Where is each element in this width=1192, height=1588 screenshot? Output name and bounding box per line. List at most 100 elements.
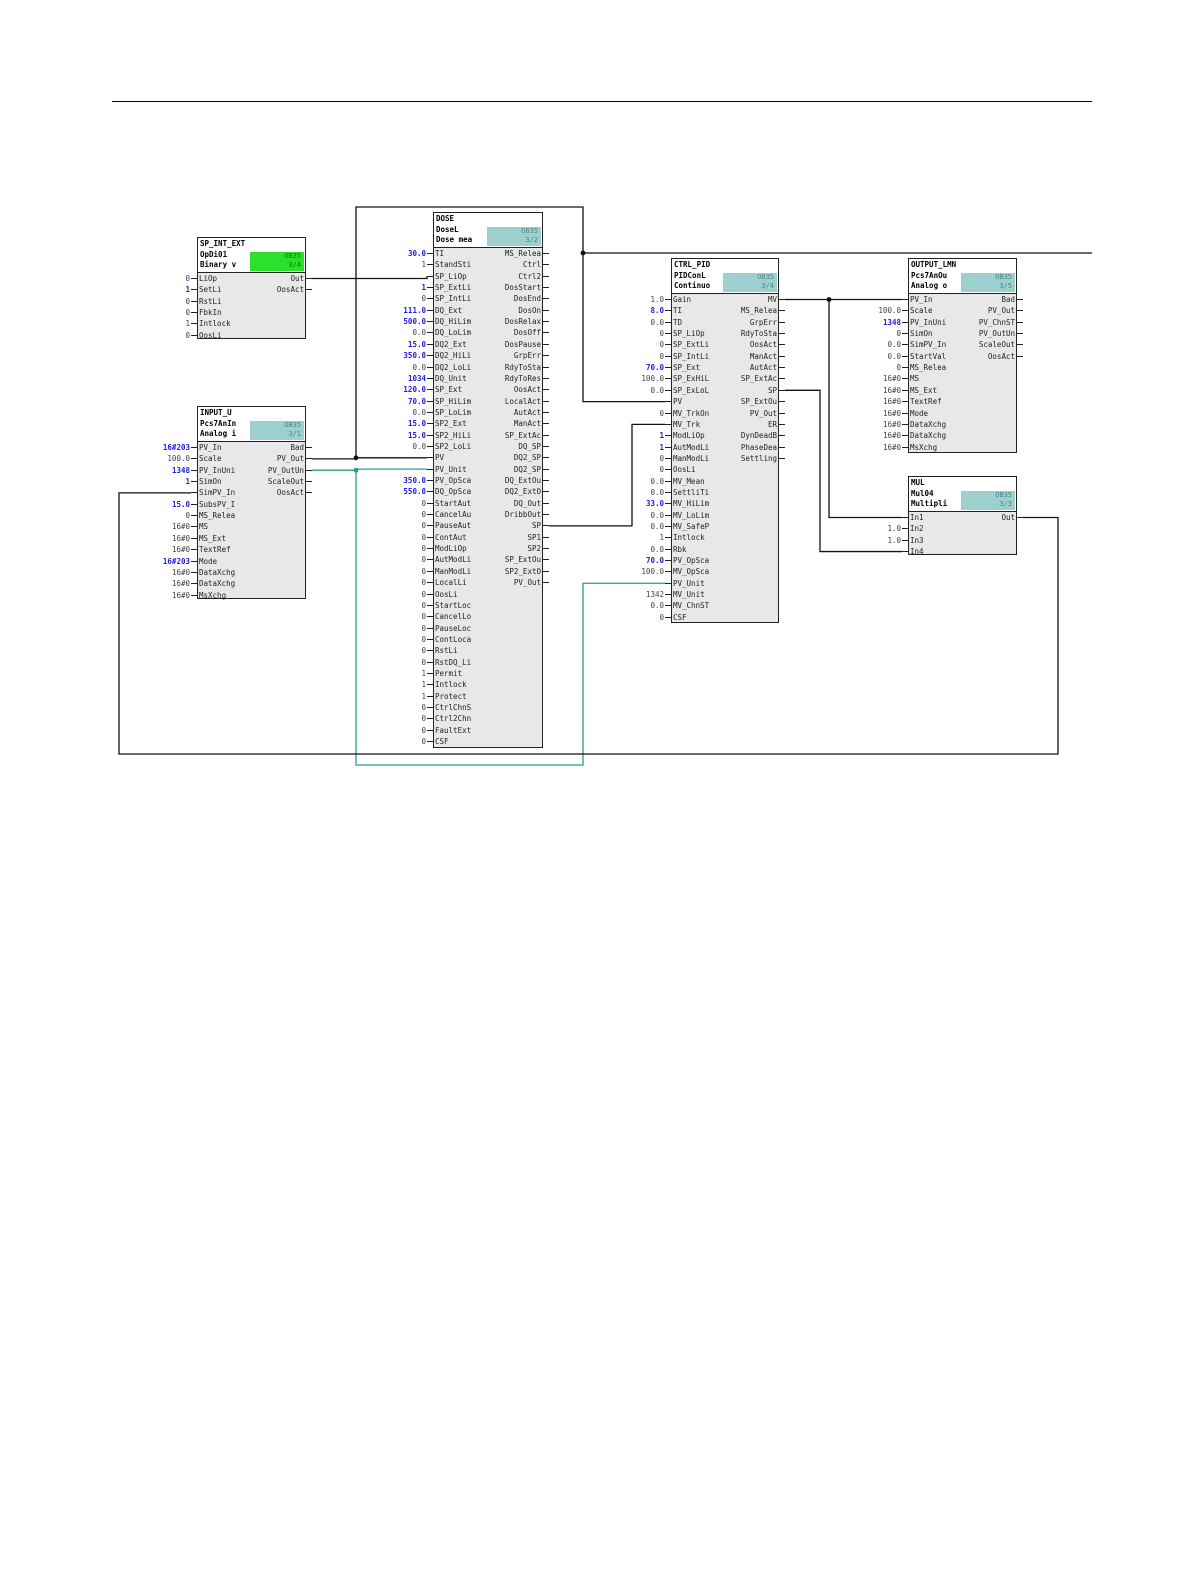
input-pin-msxchg[interactable]: MsXchg [910,442,937,453]
output-pin-out[interactable]: Out [244,273,304,284]
input-value[interactable]: 1 [135,318,190,329]
input-pin-sp_intli[interactable]: SP_IntLi [435,293,471,304]
input-value[interactable]: 16#0 [135,567,190,578]
input-pin-intlock[interactable]: Intlock [435,679,467,690]
input-pin-intlock[interactable]: Intlock [673,532,705,543]
input-pin-sp_exhil[interactable]: SP_ExHiL [673,373,709,384]
input-pin-rstdq_li[interactable]: RstDQ_Li [435,657,471,668]
input-pin-in1[interactable]: In1 [910,512,924,523]
output-pin-dq_extou[interactable]: DQ_ExtOu [481,475,541,486]
input-pin-td[interactable]: TD [673,317,682,328]
input-pin-cancelau[interactable]: CancelAu [435,509,471,520]
input-value[interactable]: 1 [609,442,664,453]
output-pin-dq2_exto[interactable]: DQ2_ExtO [481,486,541,497]
input-value[interactable]: 1 [371,282,426,293]
input-pin-ms[interactable]: MS [199,521,208,532]
input-value[interactable]: 1342 [609,589,664,600]
input-pin-pv[interactable]: PV [673,396,682,407]
input-pin-startloc[interactable]: StartLoc [435,600,471,611]
input-pin-pv_unit[interactable]: PV_Unit [673,578,705,589]
input-pin-simon[interactable]: SimOn [199,476,222,487]
input-pin-simpv_in[interactable]: SimPV_In [199,487,235,498]
input-value[interactable]: 0 [371,634,426,645]
input-value[interactable]: 1 [609,430,664,441]
output-pin-rdytosta[interactable]: RdyToSta [717,328,777,339]
output-pin-dospause[interactable]: DosPause [481,339,541,350]
input-value[interactable]: 16#0 [846,373,901,384]
output-pin-phasedea[interactable]: PhaseDea [717,442,777,453]
output-pin-sp_extou[interactable]: SP_ExtOu [717,396,777,407]
input-pin-manmodli[interactable]: ManModLi [673,453,709,464]
input-pin-oosli[interactable]: OosLi [199,330,222,341]
output-pin-sp1[interactable]: SP1 [481,532,541,543]
input-value[interactable]: 0 [371,520,426,531]
input-value[interactable]: 0.0 [609,510,664,521]
output-pin-bad[interactable]: Bad [955,294,1015,305]
output-pin-pv_out[interactable]: PV_Out [244,453,304,464]
output-pin-dq_sp[interactable]: DQ_SP [481,441,541,452]
output-pin-manact[interactable]: ManAct [481,418,541,429]
output-pin-settling[interactable]: Settling [717,453,777,464]
output-pin-sp_extou[interactable]: SP_ExtOu [481,554,541,565]
input-pin-sp_intli[interactable]: SP_IntLi [673,351,709,362]
input-pin-dq_hilim[interactable]: DQ_HiLim [435,316,471,327]
input-pin-ms_ext[interactable]: MS_Ext [199,533,226,544]
output-pin-sp_extac[interactable]: SP_ExtAc [481,430,541,441]
output-pin-pv_out[interactable]: PV_Out [955,305,1015,316]
input-value[interactable]: 0 [135,273,190,284]
output-pin-doson[interactable]: DosOn [481,305,541,316]
output-pin-oosact[interactable]: OosAct [955,351,1015,362]
input-pin-sp_liop[interactable]: SP_LiOp [435,271,467,282]
input-value[interactable]: 0 [609,408,664,419]
output-pin-dosrelax[interactable]: DosRelax [481,316,541,327]
input-pin-oosli[interactable]: OosLi [435,589,458,600]
input-pin-sp2_loli[interactable]: SP2_LoLi [435,441,471,452]
input-pin-mode[interactable]: Mode [910,408,928,419]
input-value[interactable]: 0.0 [371,441,426,452]
input-value[interactable]: 16#203 [135,442,190,453]
input-pin-sp_lolim[interactable]: SP_LoLim [435,407,471,418]
input-pin-pv_in[interactable]: PV_In [199,442,222,453]
input-pin-pv_inuni[interactable]: PV_InUni [910,317,946,328]
input-pin-scale[interactable]: Scale [199,453,222,464]
input-pin-rstli[interactable]: RstLi [435,645,458,656]
input-pin-ms_relea[interactable]: MS_Relea [199,510,235,521]
output-pin-dq2_sp[interactable]: DQ2_SP [481,464,541,475]
output-pin-sp2[interactable]: SP2 [481,543,541,554]
input-pin-dq_unit[interactable]: DQ_Unit [435,373,467,384]
output-pin-dosoff[interactable]: DosOff [481,327,541,338]
input-value[interactable]: 0.0 [371,362,426,373]
output-pin-sp_extac[interactable]: SP_ExtAc [717,373,777,384]
input-pin-in2[interactable]: In2 [910,523,924,534]
input-value[interactable]: 0 [846,328,901,339]
input-value[interactable]: 30.0 [371,248,426,259]
input-pin-mv_lolim[interactable]: MV_LoLim [673,510,709,521]
input-value[interactable]: 0.0 [846,339,901,350]
input-value[interactable]: 120.0 [371,384,426,395]
input-value[interactable]: 16#0 [135,533,190,544]
input-pin-sp_exlol[interactable]: SP_ExLoL [673,385,709,396]
input-pin-dataxchg[interactable]: DataXchg [199,567,235,578]
input-pin-textref[interactable]: TextRef [910,396,942,407]
input-pin-sp_extli[interactable]: SP_ExtLi [673,339,709,350]
input-value[interactable]: 0 [371,600,426,611]
input-value[interactable]: 0 [135,296,190,307]
output-pin-oosact[interactable]: OosAct [481,384,541,395]
wire-pv-to-dose[interactable] [312,457,427,460]
input-pin-sp_hilim[interactable]: SP_HiLim [435,396,471,407]
input-value[interactable]: 0 [609,464,664,475]
input-pin-dataxchg[interactable]: DataXchg [910,430,946,441]
input-pin-sp2_ext[interactable]: SP2_Ext [435,418,467,429]
input-value[interactable]: 70.0 [371,396,426,407]
input-value[interactable]: 15.0 [135,499,190,510]
output-pin-dosstart[interactable]: DosStart [481,282,541,293]
input-value[interactable]: 1 [371,691,426,702]
output-pin-autact[interactable]: AutAct [481,407,541,418]
output-pin-er[interactable]: ER [717,419,777,430]
input-value[interactable]: 0 [371,577,426,588]
input-pin-pv_inuni[interactable]: PV_InUni [199,465,235,476]
input-pin-pv[interactable]: PV [435,452,444,463]
input-value[interactable]: 0 [371,702,426,713]
input-pin-dq2_ext[interactable]: DQ2_Ext [435,339,467,350]
input-value[interactable]: 1.0 [609,294,664,305]
